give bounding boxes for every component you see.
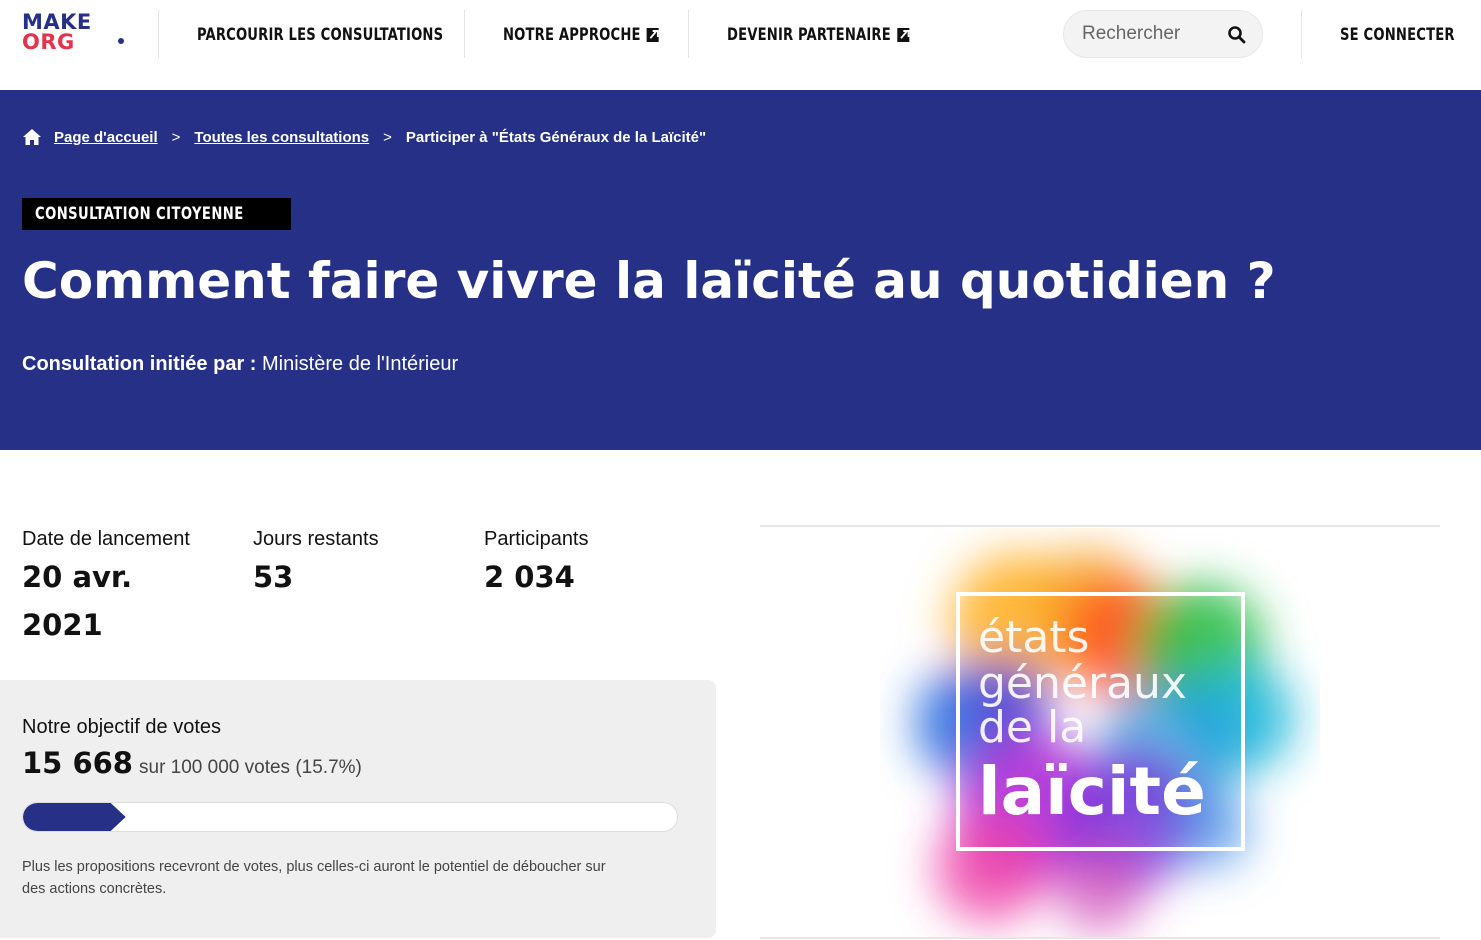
initiator-label: Consultation initiée par : [22, 353, 257, 375]
stat-value: 20 avr. 2021 [22, 553, 190, 649]
votes-objective-panel: Notre objectif de votes 15 668 sur 100 0… [0, 680, 716, 938]
stat-label: Participants [484, 528, 589, 550]
header-divider [688, 10, 689, 58]
home-icon[interactable] [22, 128, 42, 146]
votes-title: Notre objectif de votes [22, 716, 221, 738]
nav-become-partner[interactable]: DEVENIR PARTENAIRE [727, 22, 909, 48]
breadcrumb-all-consultations-link[interactable]: Toutes les consultations [194, 129, 369, 146]
breadcrumb-separator: > [383, 128, 392, 146]
login-label: SE CONNECTER [1340, 25, 1455, 45]
search-icon[interactable] [1227, 25, 1247, 45]
votes-progress-bar [22, 802, 678, 832]
divider [760, 525, 1440, 527]
header-divider [1301, 10, 1302, 58]
votes-current: 15 668 [22, 746, 133, 780]
breadcrumb-current: Participer à "États Généraux de la Laïci… [405, 128, 707, 146]
header-divider [464, 10, 465, 58]
breadcrumb: Page d'accueil > Toutes les consultation… [22, 128, 706, 146]
external-link-icon [896, 28, 909, 42]
stat-label: Jours restants [253, 528, 379, 550]
watercolor-splash [915, 548, 1295, 933]
nav-our-approach[interactable]: NOTRE APPROCHE [503, 22, 659, 48]
stat-value: 2 034 [484, 560, 575, 594]
stat-value-line: 20 avr. [22, 560, 133, 594]
divider [760, 937, 1440, 939]
breadcrumb-home-link[interactable]: Page d'accueil [54, 129, 158, 146]
site-header: MAKE ORG PARCOURIR LES CONSULTATIONS NOT… [0, 0, 1481, 90]
artwork-text-line: de la [978, 702, 1086, 753]
nav-browse-label: PARCOURIR LES CONSULTATIONS [197, 25, 444, 45]
stat-participants: Participants 2 034 [484, 528, 589, 601]
stat-days-remaining: Jours restants 53 [253, 528, 379, 601]
search-input[interactable] [1082, 21, 1222, 47]
login-button[interactable]: SE CONNECTER [1340, 22, 1455, 48]
artwork-text-title: laïcité [978, 753, 1206, 830]
search-box [1063, 10, 1263, 58]
stat-value-line: 2021 [22, 608, 103, 642]
make-org-logo[interactable]: MAKE ORG [22, 10, 124, 56]
initiator-value: Ministère de l'Intérieur [262, 353, 459, 375]
consultation-type-badge: CONSULTATION CITOYENNE [22, 198, 291, 230]
nav-browse-consultations[interactable]: PARCOURIR LES CONSULTATIONS [197, 22, 443, 48]
page-title: Comment faire vivre la laïcité au quotid… [22, 252, 1276, 310]
stat-label: Date de lancement [22, 528, 190, 550]
logo-dot [118, 38, 124, 44]
breadcrumb-separator: > [171, 128, 181, 146]
votes-goal: sur 100 000 votes (15.7%) [139, 757, 362, 778]
stat-launch-date: Date de lancement 20 avr. 2021 [22, 528, 190, 649]
consultation-initiator: Consultation initiée par : Ministère de … [22, 353, 458, 376]
badge-label: CONSULTATION CITOYENNE [35, 204, 244, 224]
stat-value: 53 [253, 560, 294, 594]
consultation-hero: Page d'accueil > Toutes les consultation… [0, 90, 1481, 450]
header-divider [158, 10, 159, 58]
artwork-text-line: états [978, 612, 1089, 663]
logo-line-make: MAKE [22, 10, 92, 34]
external-link-icon [646, 28, 659, 42]
votes-count: 15 668 sur 100 000 votes (15.7%) [22, 746, 362, 780]
votes-progress-fill [23, 803, 126, 831]
laicite-artwork: états généraux de la laïcité [915, 548, 1295, 933]
nav-approach-label: NOTRE APPROCHE [503, 25, 641, 45]
logo-line-org: ORG [22, 30, 75, 54]
nav-partner-label: DEVENIR PARTENAIRE [727, 25, 891, 45]
votes-note: Plus les propositions recevront de votes… [22, 859, 606, 897]
